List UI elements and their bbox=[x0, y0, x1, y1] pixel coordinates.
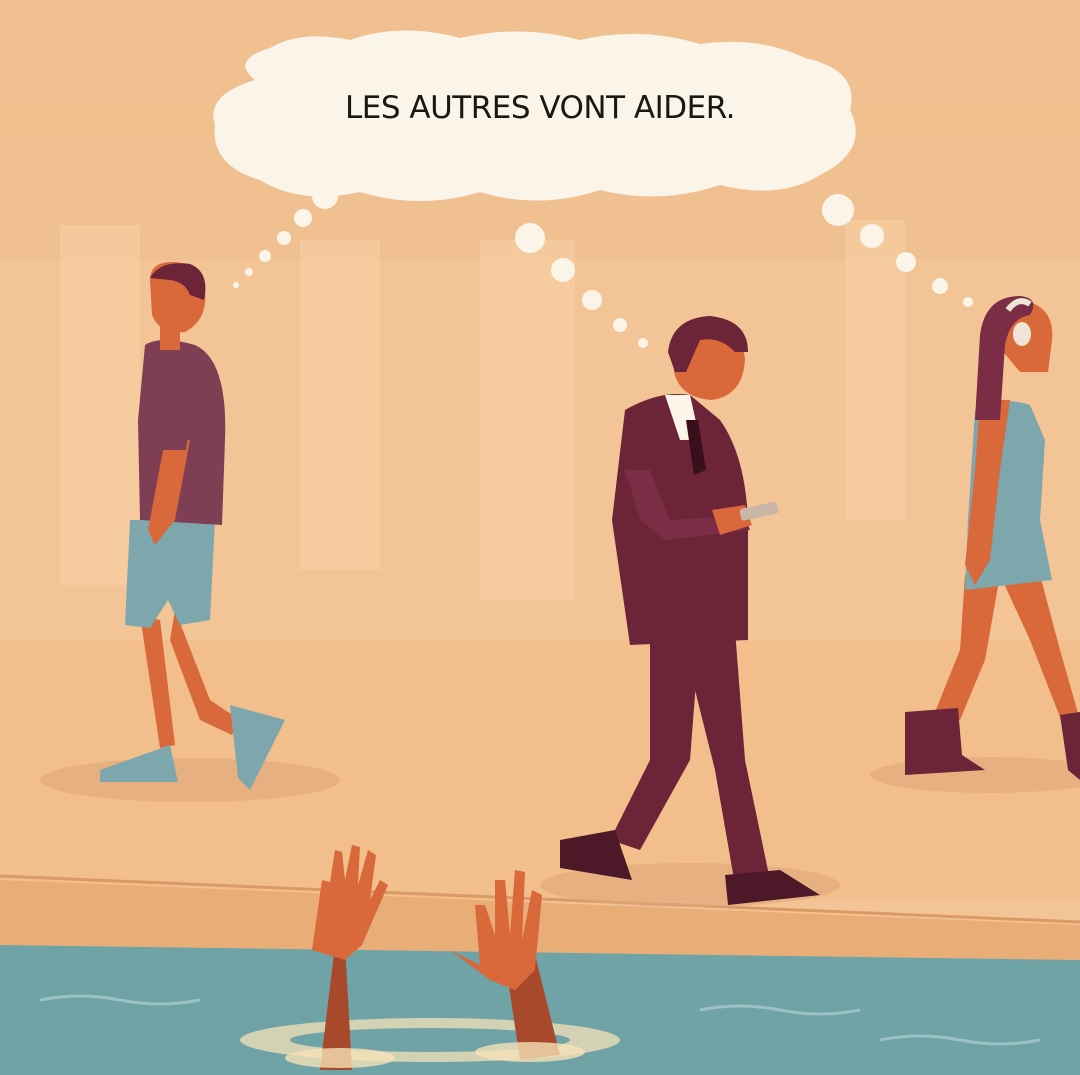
illustration: LES AUTRES VONT AIDER. bbox=[0, 0, 1080, 1075]
thought-bubble-text: LES AUTRES VONT AIDER. bbox=[344, 90, 736, 126]
illustration-canvas bbox=[0, 0, 1080, 1075]
